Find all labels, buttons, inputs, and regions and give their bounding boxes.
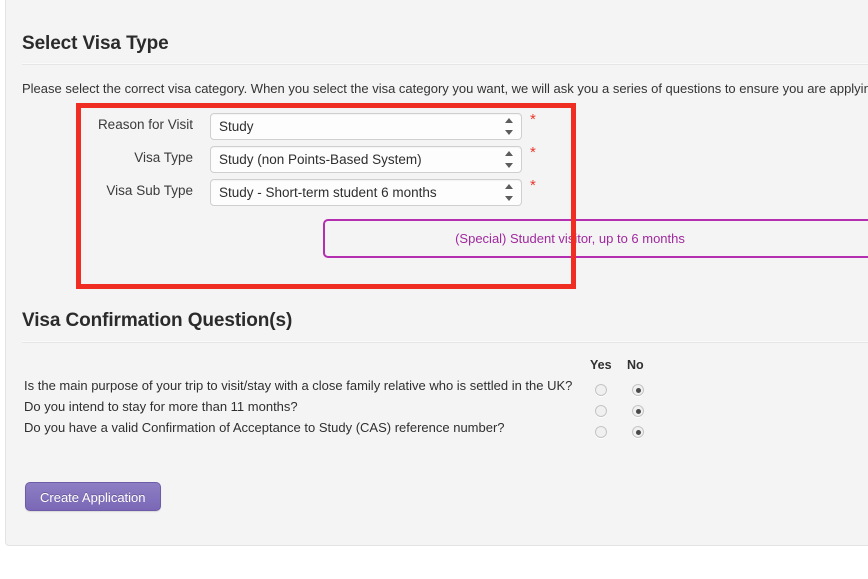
visa-application-panel: Select Visa Type Please select the corre… (5, 0, 868, 546)
page-title-select-visa-type: Select Visa Type (22, 33, 169, 54)
select-visa-sub-type[interactable]: Study - Short-term student 6 months (210, 179, 522, 206)
visa-sub-type-description-box: (Special) Student visitor, up to 6 month… (323, 219, 868, 258)
intro-paragraph: Please select the correct visa category.… (22, 81, 868, 96)
visa-sub-type-description-text: (Special) Student visitor, up to 6 month… (455, 231, 685, 246)
required-asterisk: * (530, 111, 536, 128)
label-reason-for-visit: Reason for Visit (97, 117, 193, 132)
radio-yes[interactable] (595, 384, 607, 396)
question-text: Do you have a valid Confirmation of Acce… (24, 420, 505, 435)
radio-no[interactable] (632, 426, 644, 438)
heading-divider-1 (22, 63, 868, 65)
required-asterisk: * (530, 144, 536, 161)
label-visa-type: Visa Type (134, 150, 193, 165)
required-asterisk: * (530, 177, 536, 194)
create-application-button[interactable]: Create Application (25, 482, 161, 511)
radio-no[interactable] (632, 405, 644, 417)
radio-no[interactable] (632, 384, 644, 396)
page-title-visa-confirmation-questions: Visa Confirmation Question(s) (22, 310, 293, 331)
stepper-updown-icon[interactable] (505, 151, 514, 168)
column-header-no: No (627, 358, 644, 372)
column-header-yes: Yes (590, 358, 612, 372)
stepper-updown-icon[interactable] (505, 118, 514, 135)
radio-yes[interactable] (595, 426, 607, 438)
select-reason-for-visit[interactable]: Study (210, 113, 522, 140)
heading-divider-2 (22, 341, 868, 343)
radio-yes[interactable] (595, 405, 607, 417)
select-visa-type[interactable]: Study (non Points-Based System) (210, 146, 522, 173)
label-visa-sub-type: Visa Sub Type (106, 183, 193, 198)
question-text: Is the main purpose of your trip to visi… (24, 378, 573, 393)
question-text: Do you intend to stay for more than 11 m… (24, 399, 298, 414)
stepper-updown-icon[interactable] (505, 184, 514, 201)
